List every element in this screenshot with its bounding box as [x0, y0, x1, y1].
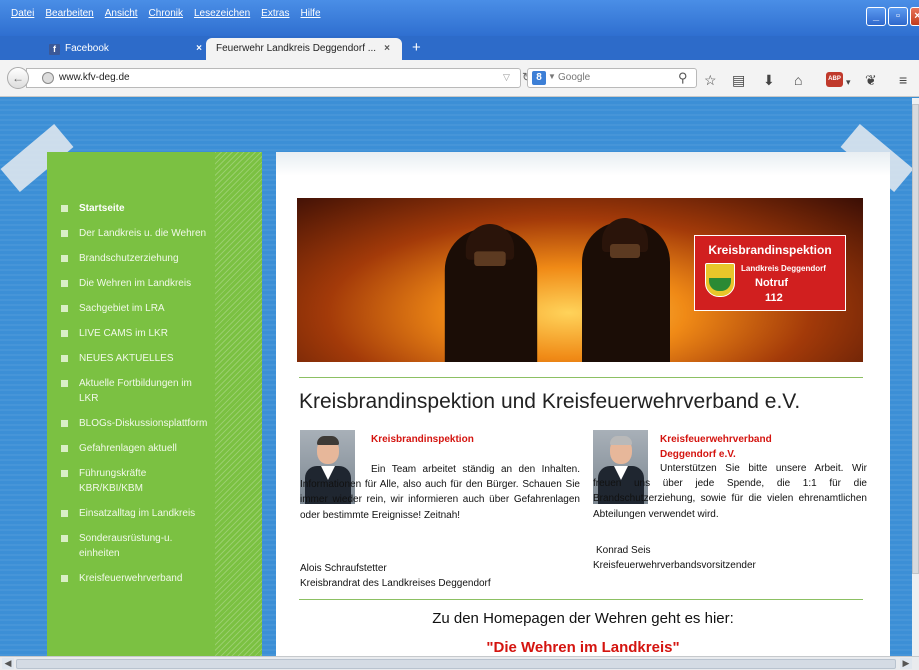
divider [299, 599, 863, 600]
homepages-heading: Zu den Homepagen der Wehren geht es hier… [432, 610, 734, 627]
sidebar-item-sachgebiet[interactable]: Sachgebiet im LRA [61, 301, 211, 316]
menu-hilfe[interactable]: Hilfe [301, 8, 321, 24]
tab-facebook[interactable]: f Facebook × [35, 38, 210, 60]
window-titlebar: Datei Bearbeiten Ansicht Chronik Lesezei… [0, 0, 919, 36]
navigation-toolbar: www.kfv-deg.de ▽ ↻ ← 8 ▼ ⚲ ☆ ▤ ⬇ ⌂ ABP ▾… [0, 60, 919, 97]
menubar: Datei Bearbeiten Ansicht Chronik Lesezei… [0, 8, 321, 24]
home-icon[interactable]: ⌂ [794, 73, 802, 87]
sign-notruf: Notruf [755, 277, 788, 289]
minimize-button[interactable]: _ [866, 7, 886, 26]
signature-role: Kreisbrandrat des Landkreises Deggendorf [300, 578, 491, 589]
sidebar-item-gefahrenlagen[interactable]: Gefahrenlagen aktuell [61, 441, 211, 456]
sidebar-pattern [215, 152, 262, 656]
content-header-strip [276, 152, 890, 176]
sidebar-item-wehren[interactable]: Die Wehren im Landkreis [61, 276, 211, 291]
adblock-icon[interactable]: ABP [826, 72, 843, 87]
tab-label: Feuerwehr Landkreis Deggendorf ... [216, 43, 377, 54]
bookmarks-list-icon[interactable]: ▤ [732, 73, 745, 87]
close-window-button[interactable]: × [910, 7, 919, 26]
sidebar-item-brandschutzerziehung[interactable]: Brandschutzerziehung [61, 251, 211, 266]
sidebar-item-blogs[interactable]: BLOGs-Diskussionsplattform [61, 416, 211, 431]
tab-strip: f Facebook × Feuerwehr Landkreis Deggendo… [0, 36, 919, 60]
sidebar-item-startseite[interactable]: Startseite [61, 201, 211, 216]
search-bar[interactable]: 8 ▼ ⚲ [527, 68, 697, 88]
sign-title: Kreisbrandinspektion [708, 243, 832, 257]
download-icon[interactable]: ⬇ [763, 73, 775, 87]
menu-datei[interactable]: Datei [11, 8, 34, 24]
menu-chronik[interactable]: Chronik [149, 8, 183, 24]
page-title: Kreisbrandinspektion und Kreisfeuerwehrv… [299, 390, 801, 413]
signature-role: Kreisfeuerwehrverbandsvorsitzender [593, 560, 756, 571]
sign-subtitle: Landkreis Deggendorf [741, 264, 826, 273]
tab-feuerwehr[interactable]: Feuerwehr Landkreis Deggendorf ... × [206, 38, 402, 60]
banner-image: Kreisbrandinspektion Landkreis Deggendor… [297, 198, 863, 362]
divider [299, 377, 863, 378]
sidebar-nav: Startseite Der Landkreis u. die Wehren B… [61, 201, 211, 596]
sidebar: Startseite Der Landkreis u. die Wehren B… [47, 152, 262, 656]
coat-of-arms-icon [705, 263, 735, 297]
sidebar-item-sonderausruestung[interactable]: Sonderausrüstung-u. einheiten [61, 531, 211, 561]
signature-name: Alois Schraufstetter [300, 563, 387, 574]
firefighter-figure [444, 224, 538, 362]
maximize-button[interactable]: ▫ [888, 7, 908, 26]
sidebar-item-fortbildungen[interactable]: Aktuelle Fortbildungen im LKR [61, 376, 211, 406]
menu-extras[interactable]: Extras [261, 8, 289, 24]
sidebar-item-neues[interactable]: NEUES AKTUELLES [61, 351, 211, 366]
search-input[interactable] [558, 72, 678, 83]
sidebar-item-landkreis[interactable]: Der Landkreis u. die Wehren [61, 226, 211, 241]
signature-name: Konrad Seis [596, 545, 651, 556]
close-tab-icon[interactable]: × [196, 38, 202, 60]
scroll-left-icon[interactable]: ◀ [2, 658, 14, 669]
scrollbar-thumb[interactable] [912, 104, 919, 574]
address-bar[interactable]: www.kfv-deg.de ▽ ↻ [26, 68, 532, 88]
close-tab-icon[interactable]: × [384, 38, 390, 60]
menu-icon[interactable]: ≡ [899, 73, 907, 87]
menu-bearbeiten[interactable]: Bearbeiten [45, 8, 93, 24]
url-dropdown-icon[interactable]: ▽ [503, 72, 510, 83]
scrollbar-thumb[interactable] [16, 659, 896, 669]
page-viewport: Startseite Der Landkreis u. die Wehren B… [0, 98, 912, 656]
sidebar-item-fuehrungskraefte[interactable]: Führungskräfte KBR/KBI/KBM [61, 466, 211, 496]
chevron-down-icon[interactable]: ▾ [846, 75, 851, 89]
main-content: Kreisbrandinspektion Landkreis Deggendor… [276, 152, 890, 656]
sidebar-item-einsatzalltag[interactable]: Einsatzalltag im Landkreis [61, 506, 211, 521]
url-text[interactable]: www.kfv-deg.de [59, 72, 130, 83]
menu-ansicht[interactable]: Ansicht [105, 8, 138, 24]
section-title[interactable]: Kreisbrandinspektion [371, 432, 474, 447]
section-text: Ein Team arbeitet ständig an den Inhalte… [300, 464, 580, 521]
vertical-scrollbar[interactable] [912, 98, 919, 656]
search-icon[interactable]: ⚲ [678, 70, 688, 86]
section-title[interactable]: Kreisfeuerwehrverband Deggendorf e.V. [660, 432, 810, 462]
wehren-link[interactable]: "Die Wehren im Landkreis" [276, 639, 890, 656]
tab-label: Facebook [65, 43, 109, 54]
sign-number: 112 [765, 292, 783, 304]
search-engine-icon[interactable]: 8 [532, 71, 546, 85]
firefighter-figure [582, 218, 670, 362]
back-button[interactable]: ← [7, 67, 29, 89]
globe-icon [42, 72, 54, 84]
bookmark-star-icon[interactable]: ☆ [704, 73, 717, 87]
sidebar-item-live-cams[interactable]: LIVE CAMS im LKR [61, 326, 211, 341]
sidebar-item-kreisfeuerwehrverband[interactable]: Kreisfeuerwehrverband [61, 571, 211, 586]
banner-sign: Kreisbrandinspektion Landkreis Deggendor… [694, 235, 846, 311]
new-tab-plus-icon[interactable]: + [412, 36, 421, 60]
scroll-right-icon[interactable]: ▶ [900, 658, 912, 669]
menu-lesezeichen[interactable]: Lesezeichen [194, 8, 250, 24]
chevron-down-icon[interactable]: ▼ [548, 72, 556, 81]
facebook-icon: f [49, 44, 60, 55]
addon-icon[interactable]: ❦ [865, 73, 877, 87]
section-text: Unterstützen Sie bitte unsere Arbeit. Wi… [593, 463, 867, 520]
horizontal-scrollbar[interactable]: ◀ ▶ [0, 656, 919, 670]
